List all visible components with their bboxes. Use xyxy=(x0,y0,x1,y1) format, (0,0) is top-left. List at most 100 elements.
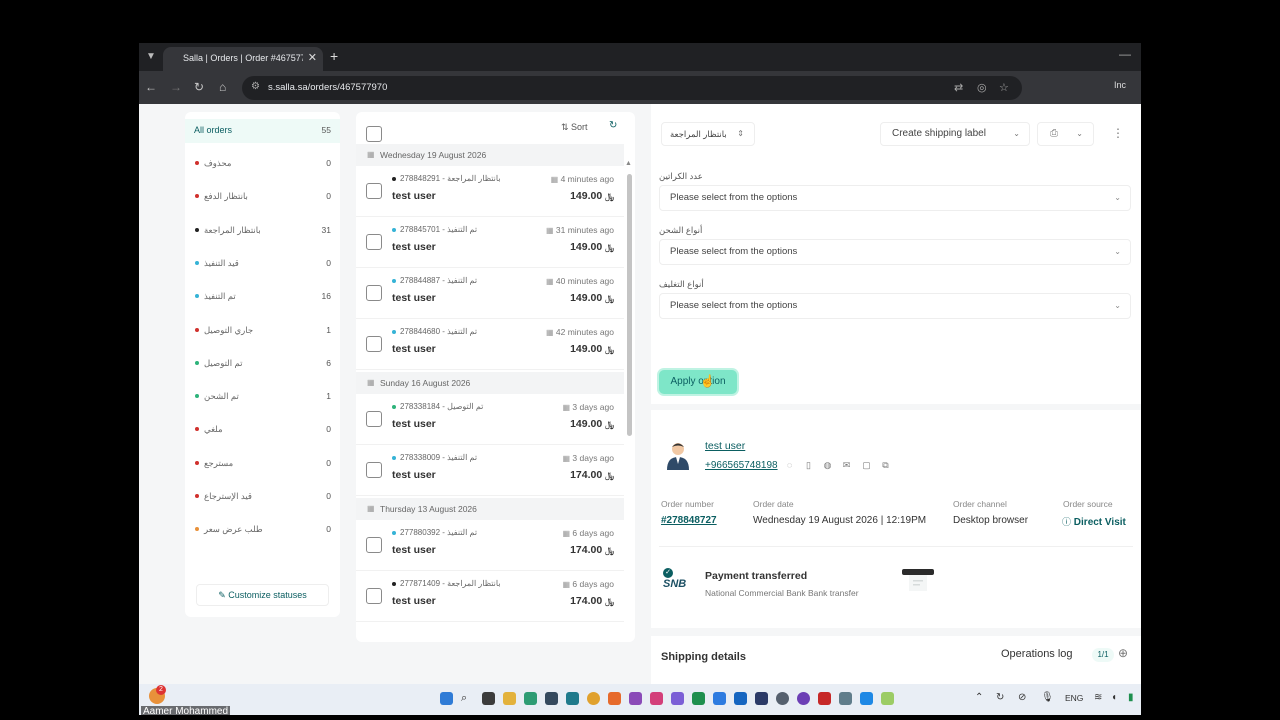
chevron-up-icon[interactable]: ⌃ xyxy=(975,692,983,703)
order-row[interactable]: 278844887 - تم التنفيذ test user ▦ 40 minu… xyxy=(356,268,624,319)
apply-option-button[interactable]: Apply option xyxy=(659,370,737,394)
status-item[interactable]: تم التوصيل 6 xyxy=(185,352,340,376)
chrome-icon[interactable] xyxy=(587,692,600,705)
customize-statuses-button[interactable]: ✎ Customize statuses xyxy=(196,584,329,606)
email-icon[interactable]: ✉ xyxy=(841,460,852,471)
operations-log-link[interactable]: Operations log xyxy=(1001,648,1073,660)
app-icon-12[interactable] xyxy=(839,692,852,705)
customer-phone-link[interactable]: +966565748198 xyxy=(705,460,778,471)
status-item[interactable]: ملغي 0 xyxy=(185,418,340,442)
app-icon-8[interactable] xyxy=(755,692,768,705)
incognito-indicator[interactable]: Inc xyxy=(1114,80,1126,90)
order-row[interactable]: 278338184 - تم التوصيل test user ▦ 3 days … xyxy=(356,394,624,445)
order-checkbox[interactable] xyxy=(366,588,382,604)
status-all-orders[interactable]: All orders 55 xyxy=(185,119,340,143)
translate-icon[interactable]: ⇄ xyxy=(954,81,963,94)
app-icon-10[interactable] xyxy=(797,692,810,705)
excel-icon[interactable] xyxy=(692,692,705,705)
order-checkbox[interactable] xyxy=(366,183,382,199)
chevron-down-icon[interactable]: ⌄ xyxy=(1076,123,1083,145)
app-icon-7[interactable] xyxy=(713,692,726,705)
order-row[interactable]: 278338009 - تم التنفيذ test user ▦ 3 days … xyxy=(356,445,624,496)
sync-icon[interactable]: ↻ xyxy=(996,692,1004,703)
minimize-icon[interactable]: — xyxy=(1119,47,1131,61)
order-row[interactable]: 278848291 - بانتظار المراجعة test user ▦ 4… xyxy=(356,166,624,217)
scroll-up-icon[interactable]: ▲ xyxy=(625,160,632,167)
receipt-thumbnail[interactable] xyxy=(901,568,935,592)
copy-icon[interactable]: ⧉ xyxy=(880,460,891,471)
status-item[interactable]: جاري التوصيل 1 xyxy=(185,319,340,343)
new-tab-icon[interactable]: + xyxy=(330,48,338,64)
shipping-types-select[interactable]: Please select from the options ⌄ xyxy=(659,239,1131,265)
print-button[interactable]: ⎙ ⌄ xyxy=(1037,122,1094,146)
eye-off-icon[interactable]: ◎ xyxy=(977,81,987,94)
order-row[interactable]: 277880392 - تم التنفيذ test user ▦ 6 days … xyxy=(356,520,624,571)
order-row[interactable]: 278845701 - تم التنفيذ test user ▦ 31 minu… xyxy=(356,217,624,268)
chevron-down-icon[interactable]: ⌄ xyxy=(1013,123,1020,145)
add-circle-icon[interactable]: ⊕ xyxy=(1118,646,1128,660)
order-checkbox[interactable] xyxy=(366,336,382,352)
order-checkbox[interactable] xyxy=(366,462,382,478)
bookmark-star-icon[interactable]: ☆ xyxy=(999,81,1009,94)
file-explorer-icon[interactable] xyxy=(503,692,516,705)
cartons-select[interactable]: Please select from the options ⌄ xyxy=(659,185,1131,211)
search-icon[interactable]: ⌕ xyxy=(461,692,474,705)
reload-icon[interactable]: ↻ xyxy=(194,80,204,94)
volume-icon[interactable]: ◖ xyxy=(1111,692,1117,703)
mobile-icon[interactable]: ▯ xyxy=(803,460,814,471)
order-row[interactable]: 278844680 - تم التنفيذ test user ▦ 42 minu… xyxy=(356,319,624,370)
status-item[interactable]: تم التنفيذ 16 xyxy=(185,285,340,309)
status-item[interactable]: بانتظار المراجعة 31 xyxy=(185,219,340,243)
app-icon-6[interactable] xyxy=(671,692,684,705)
browser-tab[interactable]: Salla | Orders | Order #46757797 ✕ xyxy=(163,47,323,71)
create-shipping-label-button[interactable]: Create shipping label ⌄ xyxy=(880,122,1030,146)
url-input[interactable]: ⚙ s.salla.sa/orders/467577970 ⇄ ◎ ☆ xyxy=(242,76,1022,100)
wifi-icon[interactable]: ≋ xyxy=(1094,692,1102,703)
home-icon[interactable]: ⌂ xyxy=(219,80,226,94)
order-checkbox[interactable] xyxy=(366,234,382,250)
whatsapp-icon[interactable]: ◌ xyxy=(784,460,795,471)
mic-off-icon[interactable]: 🎙 xyxy=(1041,692,1054,703)
status-item[interactable]: مسترجع 0 xyxy=(185,452,340,476)
language-indicator[interactable]: ENG xyxy=(1065,693,1083,703)
packaging-types-select[interactable]: Please select from the options ⌄ xyxy=(659,293,1131,319)
back-icon[interactable]: ← xyxy=(145,80,157,94)
edge-icon[interactable] xyxy=(524,692,537,705)
tab-close-icon[interactable]: ✕ xyxy=(308,51,317,64)
task-view-icon[interactable] xyxy=(482,692,495,705)
select-all-checkbox[interactable] xyxy=(366,126,382,142)
network-off-icon[interactable]: ⊘ xyxy=(1018,692,1026,703)
status-item[interactable]: تم الشحن 1 xyxy=(185,385,340,409)
order-checkbox[interactable] xyxy=(366,411,382,427)
status-item[interactable]: قيد الإسترجاع 0 xyxy=(185,485,340,509)
order-source-value[interactable]: ⓘ Direct Visit xyxy=(1062,515,1126,528)
app-icon-13[interactable] xyxy=(860,692,873,705)
order-status-select[interactable]: بانتظار المراجعة ⇕ xyxy=(661,122,755,146)
battery-icon[interactable]: ▮ xyxy=(1128,692,1134,703)
status-item[interactable]: قيد التنفيذ 0 xyxy=(185,252,340,276)
order-checkbox[interactable] xyxy=(366,285,382,301)
order-number-link[interactable]: #278848727 xyxy=(661,515,717,526)
status-item[interactable]: محذوف 0 xyxy=(185,152,340,176)
refresh-icon[interactable]: ↻ xyxy=(609,120,617,131)
app-icon-3[interactable] xyxy=(608,692,621,705)
message-icon[interactable]: ▢ xyxy=(861,460,872,471)
app-icon-1[interactable] xyxy=(545,692,558,705)
app-icon-9[interactable] xyxy=(776,692,789,705)
app-icon-14[interactable] xyxy=(881,692,894,705)
order-checkbox[interactable] xyxy=(366,537,382,553)
customer-name-link[interactable]: test user xyxy=(705,440,745,452)
scrollbar-thumb[interactable] xyxy=(627,174,632,436)
app-icon-11[interactable] xyxy=(818,692,831,705)
app-icon-4[interactable] xyxy=(629,692,642,705)
app-icon-5[interactable] xyxy=(650,692,663,705)
status-item[interactable]: بانتظار الدفع 0 xyxy=(185,185,340,209)
site-info-icon[interactable]: ⚙ xyxy=(251,81,260,92)
status-item[interactable]: طلب عرض سعر 0 xyxy=(185,518,340,542)
more-options-icon[interactable]: ⋮ xyxy=(1107,122,1129,146)
forward-icon[interactable]: → xyxy=(170,80,182,94)
tab-search-icon[interactable]: ▼ xyxy=(143,49,159,65)
outlook-icon[interactable] xyxy=(734,692,747,705)
app-icon-2[interactable] xyxy=(566,692,579,705)
start-icon[interactable] xyxy=(440,692,453,705)
